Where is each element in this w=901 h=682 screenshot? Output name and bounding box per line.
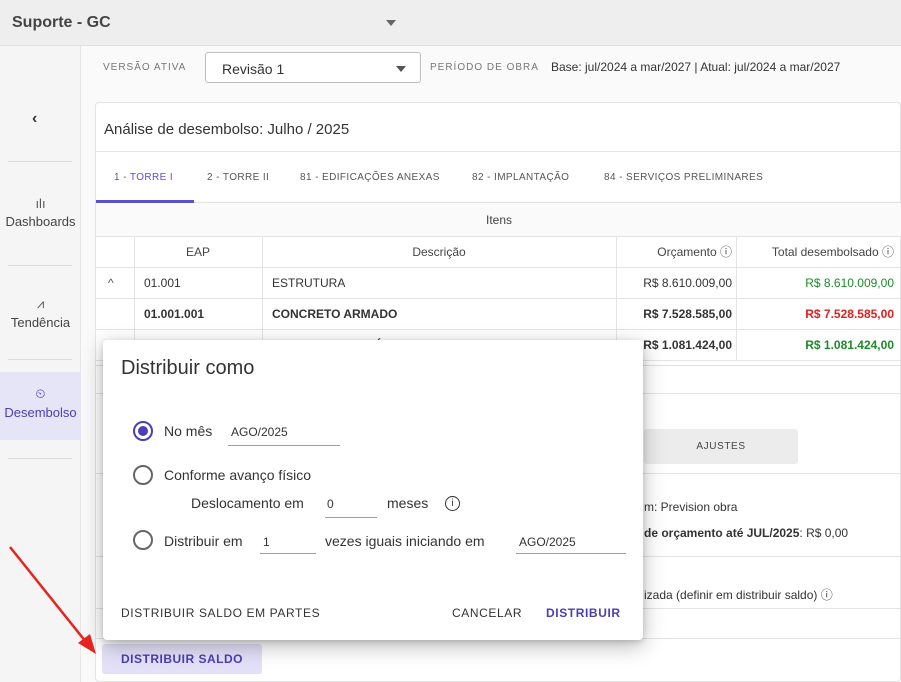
project-dropdown-caret-icon[interactable] xyxy=(386,20,396,26)
col-descricao-header[interactable]: Descrição xyxy=(262,237,616,268)
row-orcamento: R$ 8.610.009,00 xyxy=(643,276,732,290)
distribuir-em-partes-button[interactable]: DISTRIBUIR SALDO EM PARTES xyxy=(121,606,320,620)
sidebar-divider xyxy=(8,359,72,360)
radio-avanco-fisico[interactable] xyxy=(133,465,153,485)
deslocamento-input-underline xyxy=(325,517,377,518)
sidebar-item-tendencia[interactable]: ⩘ Tendência xyxy=(0,296,81,330)
version-row: VERSÃO ATIVA Revisão 1 PERÍODO DE OBRA B… xyxy=(81,46,901,90)
sidebar-divider xyxy=(8,161,72,162)
iniciando-em-input[interactable]: AGO/2025 xyxy=(519,535,576,549)
deslocamento-label: Deslocamento em xyxy=(191,495,304,511)
avanco-fisico-label: Conforme avanço físico xyxy=(164,467,312,483)
ajustes-tab[interactable]: AJUSTES xyxy=(644,429,798,464)
items-table: Itens EAP Descrição Orçamento ⓘ Total de… xyxy=(96,204,901,361)
periodo-value: Base: jul/2024 a mar/2027 | Atual: jul/2… xyxy=(551,60,841,74)
distribuir-em-label: Distribuir em xyxy=(164,533,243,549)
no-mes-label: No mês xyxy=(164,423,213,439)
tab-servicos-preliminares[interactable]: 84 - SERVIÇOS PRELIMINARES xyxy=(604,172,763,183)
sidebar-item-label: Dashboards xyxy=(5,214,76,229)
project-title[interactable]: Suporte - GC xyxy=(12,14,111,32)
iniciando-em-input-underline xyxy=(516,553,626,554)
dialog-title: Distribuir como xyxy=(121,357,255,379)
disbursement-icon: ⏲ xyxy=(35,386,46,401)
row-orcamento: R$ 7.528.585,00 xyxy=(643,307,732,321)
radio-distribuir-em[interactable] xyxy=(133,530,153,550)
sidebar: ‹ ılı Dashboards ⩘ Tendência ⏲ Desembols… xyxy=(0,46,81,682)
vezes-input[interactable]: 1 xyxy=(263,535,270,549)
table-header-row: EAP Descrição Orçamento ⓘ Total desembol… xyxy=(96,237,901,268)
col-orcamento-header[interactable]: Orçamento ⓘ xyxy=(616,237,732,268)
table-row: 01.001.001 CONCRETO ARMADO R$ 7.528.585,… xyxy=(96,299,901,330)
radio-no-mes[interactable] xyxy=(133,421,153,441)
top-bar: Suporte - GC xyxy=(0,0,901,46)
row-total: R$ 8.610.009,00 xyxy=(805,276,894,290)
saldo-text: izada (definir em distribuir saldo) ⓘ xyxy=(644,588,833,602)
versao-ativa-label: VERSÃO ATIVA xyxy=(103,62,187,73)
tab-torre-1[interactable]: 1 - TORRE I xyxy=(114,172,173,183)
sidebar-item-dashboards[interactable]: ılı Dashboards xyxy=(0,196,81,229)
back-chevron-icon[interactable]: ‹ xyxy=(32,110,37,128)
row-descricao: CONCRETO ARMADO xyxy=(272,307,398,321)
col-eap-header[interactable]: EAP xyxy=(134,237,262,268)
card-title: Análise de desembolso: Julho / 2025 xyxy=(104,121,350,138)
tab-edificacoes-anexas[interactable]: 81 - EDIFICAÇÕES ANEXAS xyxy=(300,172,440,183)
distribuir-button[interactable]: DISTRIBUIR xyxy=(546,606,621,620)
chevron-down-icon xyxy=(396,66,406,72)
cancel-button[interactable]: CANCELAR xyxy=(452,606,522,620)
no-mes-input[interactable]: AGO/2025 xyxy=(231,425,288,439)
sidebar-divider xyxy=(8,458,72,459)
vezes-input-underline xyxy=(260,553,316,554)
previsao-text: m: Prevision obra xyxy=(644,500,738,514)
row-collapse-icon[interactable]: ^ xyxy=(108,268,128,299)
row-eap: 01.001 xyxy=(144,276,181,290)
sidebar-item-label: Tendência xyxy=(10,315,71,330)
sidebar-divider xyxy=(8,265,72,266)
version-select-value: Revisão 1 xyxy=(222,61,285,77)
table-group-header: Itens xyxy=(96,204,901,237)
row-eap: 01.001.001 xyxy=(144,307,205,321)
trend-icon: ⩘ xyxy=(36,296,45,311)
distribuir-como-dialog: Distribuir como No mês AGO/2025 Conforme… xyxy=(103,340,643,640)
row-descricao: ESTRUTURA xyxy=(272,276,346,290)
row-total: R$ 1.081.424,00 xyxy=(805,338,894,352)
sidebar-item-label: Desembolso xyxy=(4,405,77,420)
tower-tabs: 1 - TORRE I 2 - TORRE II 81 - EDIFICAÇÕE… xyxy=(96,152,901,203)
sidebar-item-desembolso[interactable]: ⏲ Desembolso xyxy=(0,372,81,440)
col-total-header[interactable]: Total desembolsado ⓘ xyxy=(736,237,894,268)
meses-label: meses xyxy=(387,495,429,511)
table-row: ^ 01.001 ESTRUTURA R$ 8.610.009,00 R$ 8.… xyxy=(96,268,901,299)
vezes-iguais-label: vezes iguais iniciando em xyxy=(325,533,485,549)
info-icon[interactable]: i xyxy=(445,496,460,511)
active-tab-indicator xyxy=(96,200,194,203)
distribuir-saldo-button[interactable]: DISTRIBUIR SALDO xyxy=(102,644,262,674)
bar-chart-icon: ılı xyxy=(35,196,46,211)
tab-implantacao[interactable]: 82 - IMPLANTAÇÃO xyxy=(472,172,569,183)
row-total: R$ 7.528.585,00 xyxy=(805,307,894,321)
no-mes-input-underline xyxy=(228,445,340,446)
version-select[interactable]: Revisão 1 xyxy=(205,52,421,83)
deslocamento-input[interactable]: 0 xyxy=(327,497,334,511)
periodo-label: PERÍODO DE OBRA xyxy=(430,62,539,73)
tab-torre-2[interactable]: 2 - TORRE II xyxy=(207,172,269,183)
orcamento-ate-text: de orçamento até JUL/2025: R$ 0,00 xyxy=(644,526,849,540)
